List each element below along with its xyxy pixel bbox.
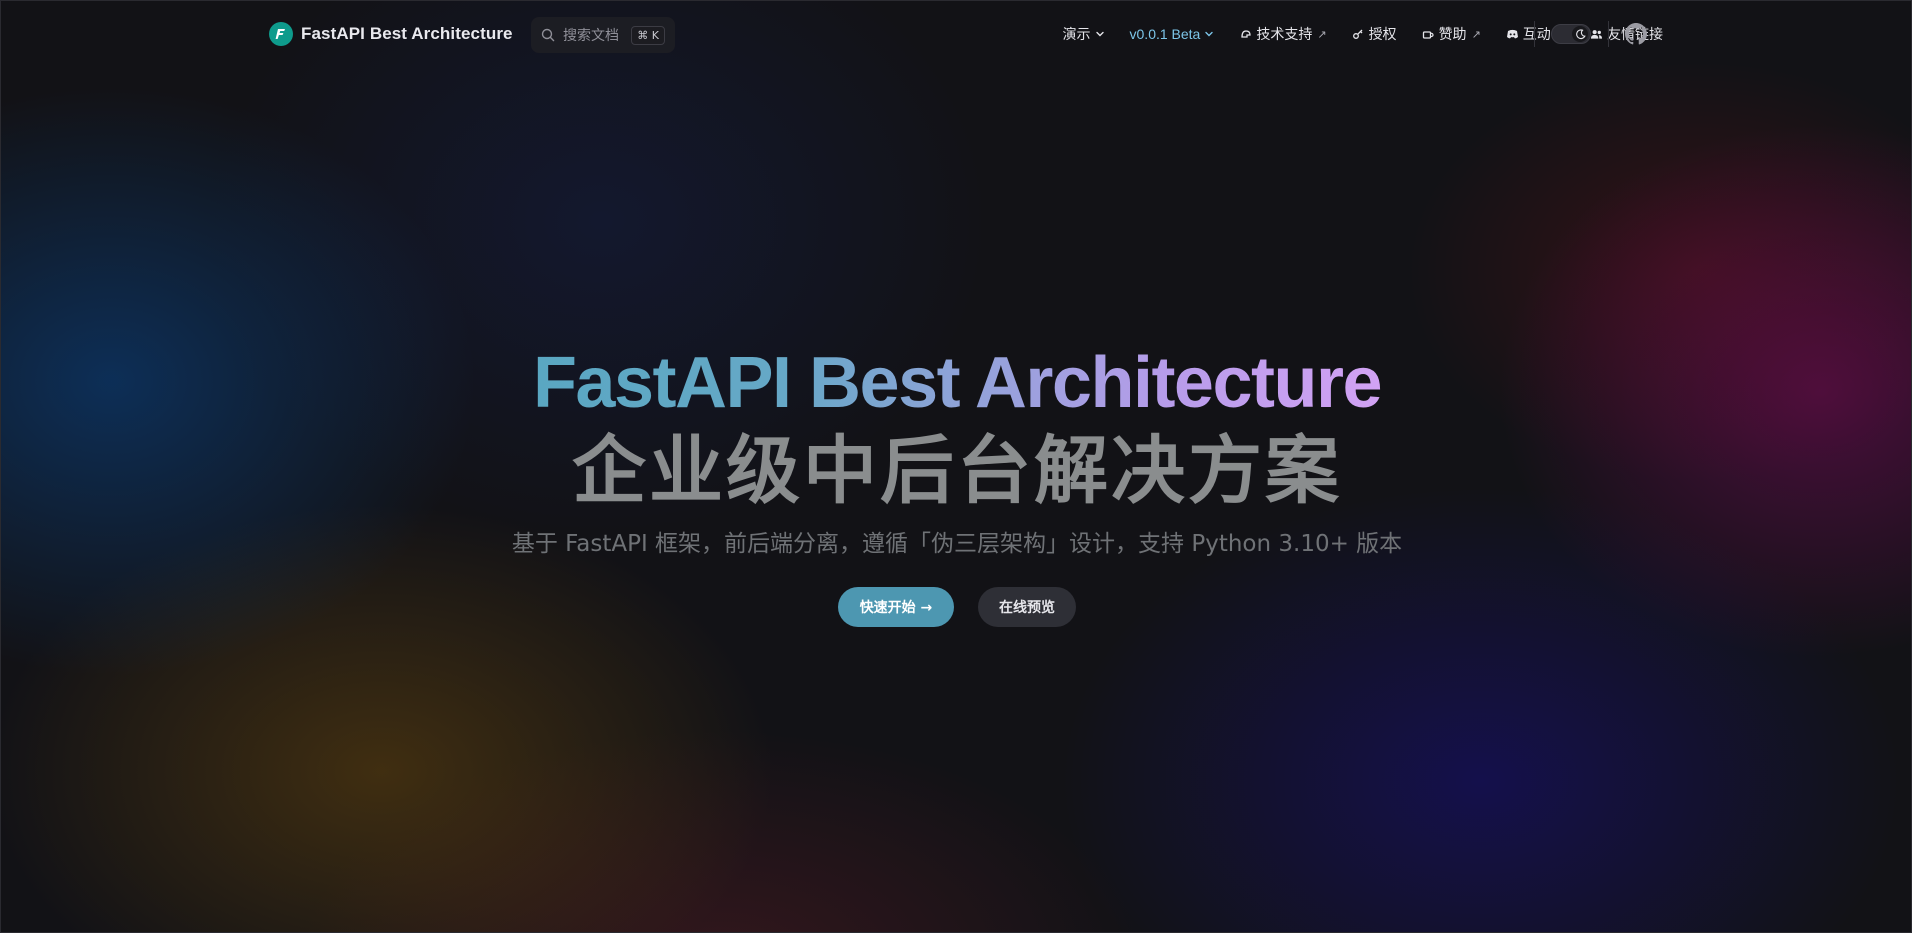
page: FastAPI Best Architecture 搜索文档 ⌘ K 演示 v0… bbox=[0, 0, 1912, 933]
nav-item-label: 技术支持 bbox=[1256, 26, 1313, 42]
nav-item-demo[interactable]: 演示 bbox=[1063, 24, 1105, 44]
nav-item-label: 互动 bbox=[1522, 26, 1551, 42]
hero-title: FastAPI Best Architecture bbox=[1, 341, 1911, 425]
nav-item-label: 演示 bbox=[1062, 26, 1091, 42]
nav-item-label: 授权 bbox=[1368, 26, 1397, 42]
nav-item-label: v0.0.1 Beta bbox=[1129, 26, 1201, 42]
external-link-icon: ↗ bbox=[1317, 28, 1327, 41]
search-input[interactable]: 搜索文档 ⌘ K bbox=[531, 17, 675, 53]
online-preview-button[interactable]: 在线预览 bbox=[978, 587, 1076, 627]
chevron-down-icon bbox=[1205, 31, 1214, 37]
top-navbar: FastAPI Best Architecture 搜索文档 ⌘ K 演示 v0… bbox=[1, 1, 1911, 67]
nav-divider bbox=[1534, 21, 1535, 47]
search-placeholder: 搜索文档 bbox=[563, 27, 619, 43]
search-shortcut: ⌘ K bbox=[631, 25, 665, 45]
moon-icon bbox=[1572, 26, 1588, 42]
coffee-icon bbox=[1422, 28, 1435, 41]
github-icon[interactable] bbox=[1625, 23, 1647, 45]
chevron-down-icon bbox=[1095, 31, 1104, 37]
brand-name: FastAPI Best Architecture bbox=[301, 24, 513, 43]
discord-icon bbox=[1506, 28, 1519, 41]
support-icon bbox=[1239, 28, 1252, 41]
nav-item-version[interactable]: v0.0.1 Beta bbox=[1130, 26, 1215, 42]
get-started-button[interactable]: 快速开始 → bbox=[838, 587, 954, 627]
nav-divider bbox=[1608, 21, 1609, 47]
brand-logo-icon bbox=[269, 22, 293, 46]
nav-item-support[interactable]: 技术支持 ↗ bbox=[1239, 24, 1327, 44]
hero-title-text: FastAPI Best Architecture bbox=[532, 343, 1383, 423]
theme-toggle[interactable] bbox=[1551, 24, 1591, 44]
hero-description: 基于 FastAPI 框架，前后端分离，遵循「伪三层架构」设计，支持 Pytho… bbox=[511, 531, 1403, 557]
nav-item-license[interactable]: 授权 bbox=[1352, 24, 1397, 44]
nav-item-label: 赞助 bbox=[1438, 26, 1467, 42]
brand-link[interactable]: FastAPI Best Architecture bbox=[269, 22, 513, 46]
hero-subtitle: 企业级中后台解决方案 bbox=[572, 428, 1342, 514]
key-icon bbox=[1352, 28, 1365, 41]
external-link-icon: ↗ bbox=[1471, 28, 1481, 41]
hero-actions: 快速开始 → 在线预览 bbox=[1, 587, 1911, 627]
users-icon bbox=[1590, 28, 1603, 41]
search-icon bbox=[541, 28, 555, 42]
nav-item-sponsor[interactable]: 赞助 ↗ bbox=[1422, 24, 1481, 44]
